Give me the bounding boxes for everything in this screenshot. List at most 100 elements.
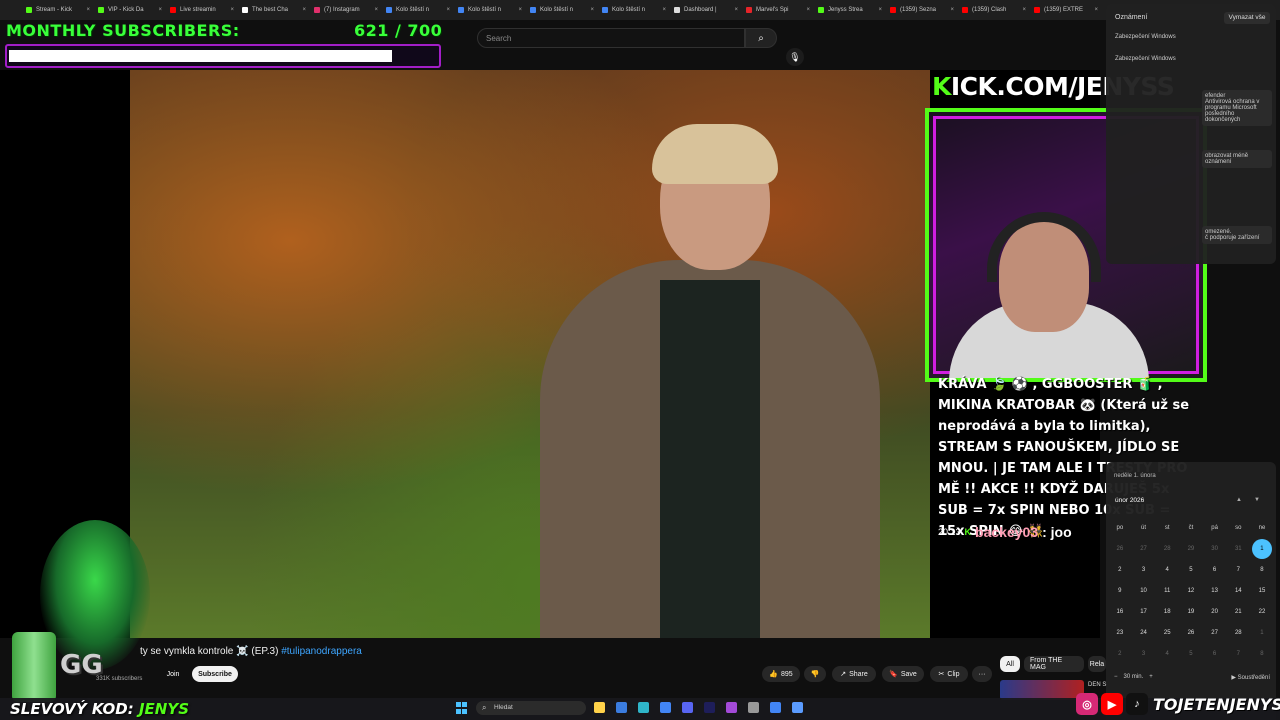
calendar-day[interactable]: 8 [1250, 644, 1274, 665]
save-button[interactable]: 🔖 Save [882, 666, 924, 682]
calendar-day[interactable]: 26 [1179, 623, 1203, 644]
taskbar-app-icon[interactable] [704, 702, 715, 713]
browser-tab[interactable]: (1359) EXTRE × [1030, 0, 1102, 20]
chip-all[interactable]: All [1000, 656, 1020, 672]
close-tab-icon[interactable]: × [734, 7, 738, 13]
calendar-day[interactable]: 20 [1203, 602, 1227, 623]
close-tab-icon[interactable]: × [518, 7, 522, 13]
calendar-day[interactable]: 9 [1108, 581, 1132, 602]
calendar-day[interactable]: 1 [1250, 623, 1274, 644]
calendar-day[interactable]: 2 [1108, 560, 1132, 581]
calendar-day[interactable]: 10 [1132, 581, 1156, 602]
calendar-day[interactable]: 17 [1132, 602, 1156, 623]
browser-tab[interactable]: Jenyss Strea × [814, 0, 886, 20]
calendar-day[interactable]: 25 [1155, 623, 1179, 644]
like-button[interactable]: 👍 895 [762, 666, 800, 682]
calendar-day[interactable]: 15 [1250, 581, 1274, 602]
calendar-day[interactable]: 2 [1108, 644, 1132, 665]
chip-from-channel[interactable]: From THE MAG [1024, 656, 1084, 672]
close-tab-icon[interactable]: × [446, 7, 450, 13]
close-tab-icon[interactable]: × [806, 7, 810, 13]
taskbar-app-icon[interactable] [726, 702, 737, 713]
close-tab-icon[interactable]: × [86, 7, 90, 13]
calendar-day[interactable]: 21 [1226, 602, 1250, 623]
search-input[interactable]: Search [477, 28, 745, 48]
clear-all-button[interactable]: Vymazat vše [1224, 12, 1270, 24]
subscribe-button[interactable]: Subscribe [192, 666, 238, 682]
calendar-day[interactable]: 31 [1226, 539, 1250, 560]
close-tab-icon[interactable]: × [1022, 7, 1026, 13]
calendar-day[interactable]: 28 [1226, 623, 1250, 644]
browser-tab[interactable]: Kolo štěstí n × [526, 0, 598, 20]
voice-search-button[interactable]: 🎙 [786, 48, 804, 66]
close-tab-icon[interactable]: × [1094, 7, 1098, 13]
chip-related[interactable]: Rela [1088, 656, 1106, 672]
browser-tab[interactable]: The best Cha × [238, 0, 310, 20]
calendar-day[interactable]: 5 [1179, 644, 1203, 665]
calendar-day[interactable]: 19 [1179, 602, 1203, 623]
video-hashtag[interactable]: #tulipanodrappera [281, 646, 362, 657]
calendar-day[interactable]: 14 [1226, 581, 1250, 602]
focus-minus-button[interactable]: − [1114, 674, 1118, 680]
taskbar-app-icon[interactable] [748, 702, 759, 713]
notification-source[interactable]: Zabezpečení Windows [1115, 34, 1176, 40]
browser-tab[interactable]: (1359) Sezna × [886, 0, 958, 20]
calendar-day[interactable]: 26 [1108, 539, 1132, 560]
share-button[interactable]: ↗ Share [832, 666, 876, 682]
calendar-month-label[interactable]: únor 2026 [1115, 497, 1144, 504]
windows-start-icon[interactable] [456, 702, 468, 714]
join-button[interactable]: Join [160, 666, 186, 682]
calendar-nav[interactable]: ▲▼ [1236, 497, 1272, 503]
browser-tab[interactable]: Kolo štěstí n × [454, 0, 526, 20]
taskbar-app-icon[interactable] [660, 702, 671, 713]
next-video-title[interactable]: DEN S [1088, 682, 1106, 688]
taskbar-app-icon[interactable] [594, 702, 605, 713]
browser-tab[interactable]: Live streamin × [166, 0, 238, 20]
taskbar-app-icon[interactable] [792, 702, 803, 713]
calendar-day[interactable]: 24 [1132, 623, 1156, 644]
dislike-button[interactable]: 👎 [804, 666, 826, 682]
notification-source[interactable]: Zabezpečení Windows [1115, 56, 1176, 62]
calendar-day[interactable]: 3 [1132, 560, 1156, 581]
taskbar-search[interactable]: ⌕ Hledat [476, 701, 586, 715]
calendar-day[interactable]: 7 [1226, 560, 1250, 581]
calendar-day[interactable]: 22 [1250, 602, 1274, 623]
close-tab-icon[interactable]: × [662, 7, 666, 13]
calendar-day[interactable]: 8 [1250, 560, 1274, 581]
browser-tab[interactable]: (7) Instagram × [310, 0, 382, 20]
calendar-today[interactable]: 1 [1250, 539, 1274, 560]
close-tab-icon[interactable]: × [590, 7, 594, 13]
calendar-day[interactable]: 28 [1155, 539, 1179, 560]
browser-tab[interactable]: Dashboard | × [670, 0, 742, 20]
calendar-day[interactable]: 29 [1179, 539, 1203, 560]
calendar-day[interactable]: 16 [1108, 602, 1132, 623]
calendar-day[interactable]: 6 [1203, 560, 1227, 581]
calendar-day[interactable]: 4 [1155, 560, 1179, 581]
close-tab-icon[interactable]: × [230, 7, 234, 13]
calendar-day[interactable]: 27 [1132, 539, 1156, 560]
more-actions-button[interactable]: ··· [972, 666, 992, 682]
focus-start-button[interactable]: ▶ Soustředění [1231, 674, 1270, 681]
next-video-thumbnail[interactable] [1000, 680, 1084, 700]
browser-tab[interactable]: (1359) Clash × [958, 0, 1030, 20]
close-tab-icon[interactable]: × [302, 7, 306, 13]
calendar-day[interactable]: 6 [1203, 644, 1227, 665]
calendar-day[interactable]: 13 [1203, 581, 1227, 602]
taskbar-app-icon[interactable] [770, 702, 781, 713]
calendar-day[interactable]: 30 [1203, 539, 1227, 560]
close-tab-icon[interactable]: × [950, 7, 954, 13]
search-button[interactable]: ⌕ [745, 28, 777, 48]
browser-tab[interactable]: Stream - Kick × [22, 0, 94, 20]
calendar-day[interactable]: 3 [1132, 644, 1156, 665]
notification-card[interactable]: omezené. č podporuje zařízení [1202, 226, 1272, 244]
browser-tab[interactable]: VIP - Kick Da × [94, 0, 166, 20]
close-tab-icon[interactable]: × [158, 7, 162, 13]
calendar-day[interactable]: 4 [1155, 644, 1179, 665]
calendar-day[interactable]: 11 [1155, 581, 1179, 602]
browser-tab[interactable]: Kolo štěstí n × [382, 0, 454, 20]
show-fewer-button[interactable]: obrazovat méně oznámení [1202, 150, 1272, 168]
calendar-day[interactable]: 12 [1179, 581, 1203, 602]
calendar-day[interactable]: 5 [1179, 560, 1203, 581]
calendar-day[interactable]: 27 [1203, 623, 1227, 644]
calendar-day[interactable]: 23 [1108, 623, 1132, 644]
